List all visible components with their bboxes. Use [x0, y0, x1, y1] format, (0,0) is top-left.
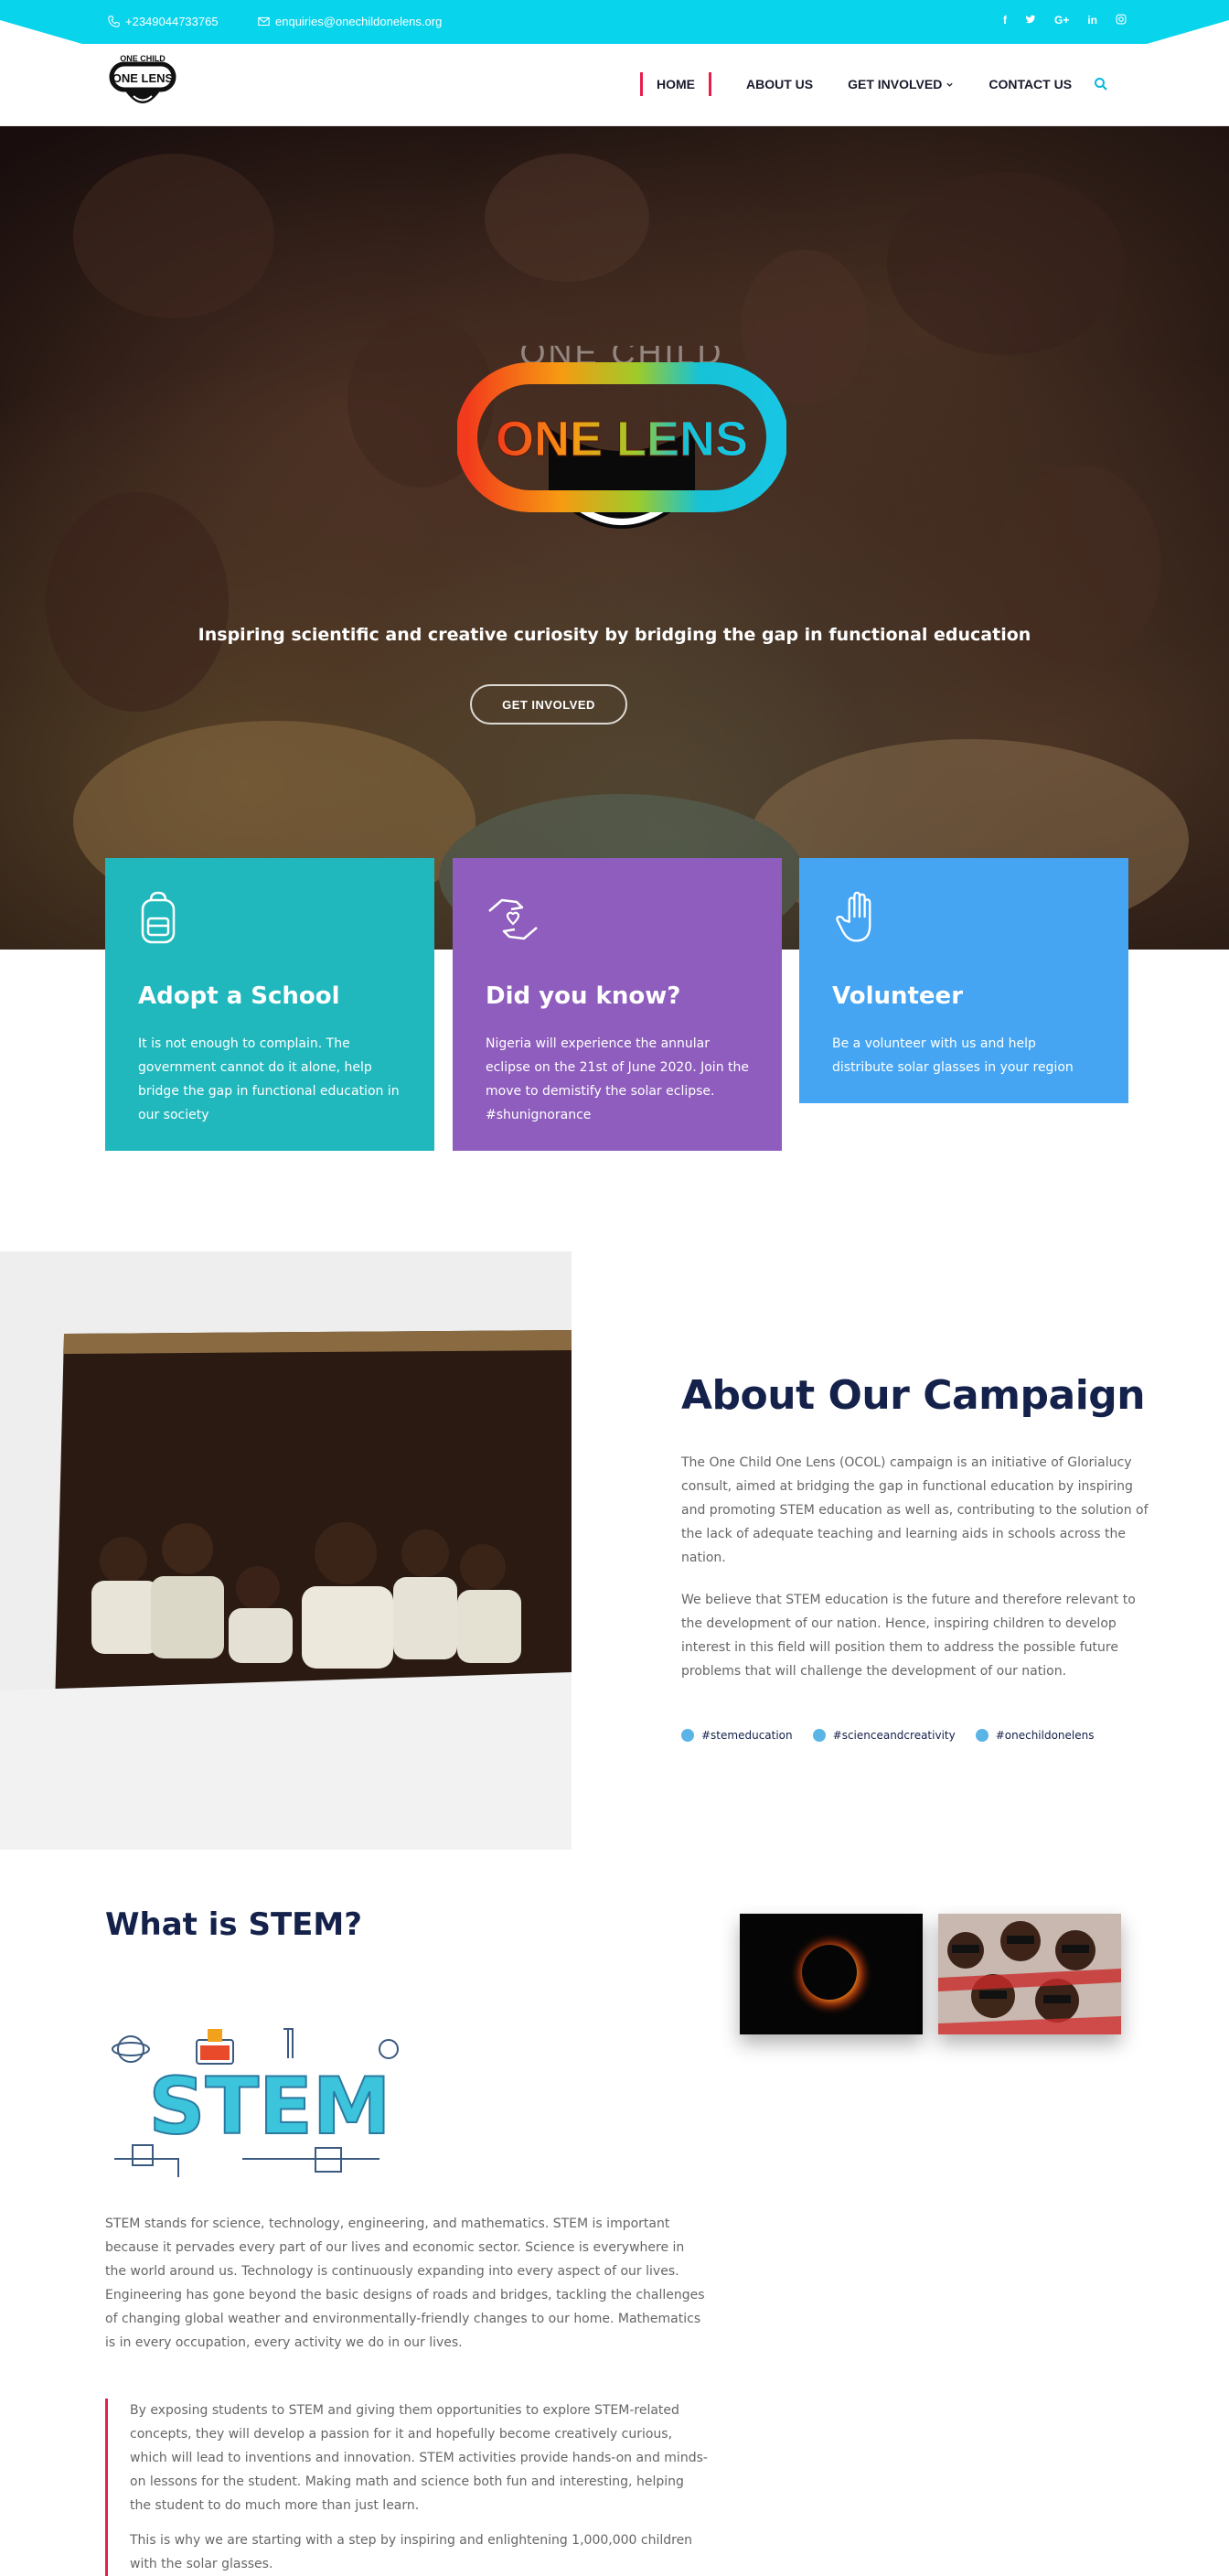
hashtag-item[interactable]: #stemeducation	[681, 1729, 793, 1742]
nav-home[interactable]: HOME	[640, 72, 711, 96]
nav-about-label: ABOUT US	[746, 77, 814, 91]
card-title: Did you know?	[486, 982, 681, 1010]
card-text: Be a volunteer with us and help distribu…	[832, 1036, 1074, 1075]
children-with-glasses-thumbnail[interactable]	[938, 1914, 1121, 2034]
hero-section: ONE CHILD ONE LENS Inspiring scientific …	[0, 126, 1229, 950]
hero-tagline: Inspiring scientific and creative curios…	[198, 625, 1031, 645]
card-adopt-school[interactable]: Adopt a School It is not enough to compl…	[105, 858, 434, 1151]
hashtag-list: #stemeducation #scienceandcreativity #on…	[681, 1729, 1095, 1742]
care-hand-icon	[488, 898, 538, 940]
email-address: enquiries@onechildonelens.org	[275, 15, 443, 28]
hero-logo-main-text: ONE LENS	[496, 412, 748, 467]
hero-logo: ONE CHILD ONE LENS	[457, 346, 786, 529]
nav-get-involved[interactable]: GET INVOLVED	[848, 77, 954, 91]
about-title: About Our Campaign	[681, 1372, 1146, 1419]
mail-icon	[258, 16, 270, 27]
bullet-dot	[812, 1729, 826, 1742]
topbar-phone[interactable]: +2349044733765	[108, 15, 219, 28]
nav-home-label: HOME	[657, 77, 695, 91]
twitter-icon[interactable]	[1025, 14, 1036, 27]
card-title: Volunteer	[832, 982, 964, 1010]
quote-paragraph-2: This is why we are starting with a step …	[130, 2533, 693, 2571]
card-title: Adopt a School	[138, 982, 340, 1010]
google-plus-icon[interactable]: G+	[1054, 14, 1069, 27]
phone-icon	[108, 16, 120, 27]
linkedin-icon[interactable]: in	[1087, 14, 1097, 27]
quote-paragraph-1: By exposing students to STEM and giving …	[130, 2403, 708, 2513]
bullet-dot	[975, 1729, 989, 1742]
main-nav: HOME ABOUT US GET INVOLVED CONTACT US	[640, 72, 1106, 96]
backpack-icon	[141, 891, 176, 944]
hashtag-label: #stemeducation	[701, 1729, 793, 1742]
about-paragraph-1: The One Child One Lens (OCOL) campaign i…	[681, 1455, 1149, 1565]
nav-about[interactable]: ABOUT US	[746, 77, 813, 91]
eclipse-thumbnail[interactable]	[740, 1914, 923, 2034]
chevron-down-icon	[946, 82, 953, 87]
about-paragraph-2: We believe that STEM education is the fu…	[681, 1593, 1136, 1679]
get-involved-button[interactable]: GET INVOLVED	[470, 684, 627, 724]
logo-line2: ONE LENS	[112, 71, 174, 85]
card-did-you-know[interactable]: Did you know? Nigeria will experience th…	[453, 858, 782, 1151]
social-links: f G+ in	[1003, 14, 1127, 27]
nav-contact[interactable]: CONTACT US	[989, 77, 1072, 91]
facebook-icon[interactable]: f	[1003, 14, 1007, 27]
stem-illustration: STEM	[112, 2028, 399, 2177]
card-text: It is not enough to complain. The govern…	[138, 1036, 400, 1122]
hashtag-item[interactable]: #onechildonelens	[975, 1729, 1095, 1742]
hashtag-label: #scienceandcreativity	[832, 1729, 956, 1742]
phone-number: +2349044733765	[125, 15, 219, 28]
nav-contact-label: CONTACT US	[989, 77, 1073, 91]
top-bar: +2349044733765 enquiries@onechildonelens…	[0, 0, 1229, 44]
nav-get-involved-label: GET INVOLVED	[848, 77, 943, 91]
raised-hand-icon	[836, 891, 871, 942]
stem-paragraph: STEM stands for science, technology, eng…	[105, 2216, 705, 2350]
search-icon[interactable]	[1094, 77, 1108, 91]
stem-logo-text: STEM	[149, 2061, 391, 2152]
stem-title: What is STEM?	[105, 1906, 362, 1943]
bullet-dot	[681, 1729, 694, 1742]
card-text: Nigeria will experience the annular ecli…	[486, 1036, 749, 1122]
stem-blockquote: By exposing students to STEM and giving …	[105, 2399, 709, 2576]
hashtag-label: #onechildonelens	[995, 1729, 1095, 1742]
card-volunteer[interactable]: Volunteer Be a volunteer with us and hel…	[799, 858, 1128, 1103]
hashtag-item[interactable]: #scienceandcreativity	[812, 1729, 956, 1742]
site-logo[interactable]: ONE CHILD ONE LENS	[108, 53, 177, 112]
instagram-icon[interactable]	[1116, 14, 1127, 27]
topbar-email[interactable]: enquiries@onechildonelens.org	[258, 15, 442, 28]
about-campaign-image	[0, 1251, 572, 1850]
